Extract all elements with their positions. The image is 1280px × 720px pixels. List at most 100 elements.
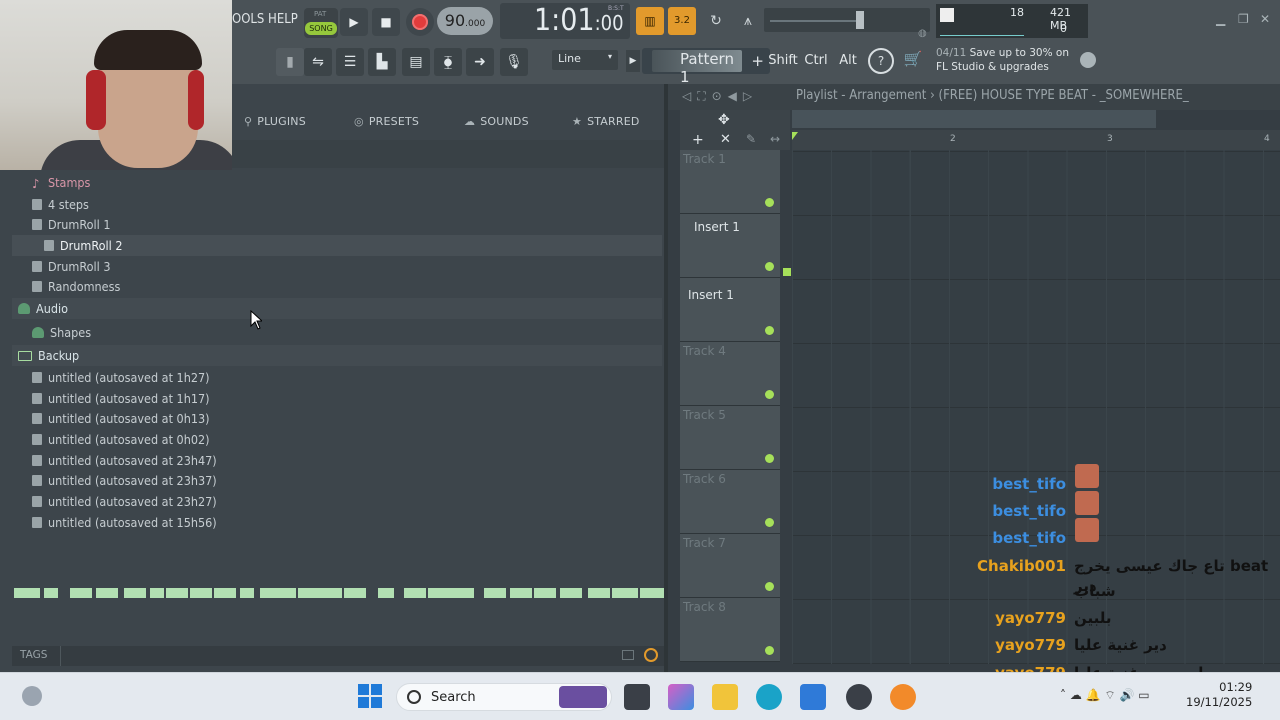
track-enable-icon[interactable]	[765, 198, 774, 207]
obs-icon[interactable]	[846, 684, 872, 710]
store-icon[interactable]	[800, 684, 826, 710]
tab-presets[interactable]: ◎ PRESETS	[354, 115, 419, 128]
close-icon[interactable]: ✕	[1260, 12, 1274, 26]
m365-icon[interactable]	[668, 684, 694, 710]
typing-keyboard-button[interactable]: ▥	[636, 7, 664, 35]
edge-icon[interactable]	[756, 684, 782, 710]
playlist-icon[interactable]: ⇋	[304, 48, 332, 76]
track-enable-icon[interactable]	[765, 646, 774, 655]
track-header[interactable]: Insert 1	[680, 278, 780, 342]
ctrl-key[interactable]: Ctrl	[802, 50, 830, 72]
task-view-icon[interactable]	[624, 684, 650, 710]
track-enable-icon[interactable]	[765, 262, 774, 271]
browser-item[interactable]: untitled (autosaved at 23h27)	[12, 491, 662, 512]
delete-icon[interactable]: ✕	[720, 132, 731, 147]
project-name: (FREE) HOUSE TYPE BEAT - _SOMEWHERE_	[938, 88, 1189, 103]
wait-for-input-icon[interactable]: ⩚	[734, 7, 762, 35]
pattern-play-icon[interactable]: ▶	[626, 50, 640, 72]
waveform-segment	[588, 588, 610, 598]
system-tray-icons[interactable]: ˄ ☁ 🔔 ⌔ 🔊 ▭	[1060, 688, 1180, 706]
stop-button[interactable]: ■	[372, 8, 400, 36]
add-track-icon[interactable]: +	[692, 132, 704, 148]
track-header[interactable]: Insert 1	[680, 214, 780, 278]
browser-item[interactable]: ♪ Stamps	[12, 172, 662, 193]
browser-item[interactable]: untitled (autosaved at 0h13)	[12, 408, 662, 429]
track-header[interactable]: Track 4	[680, 342, 780, 406]
browser-item[interactable]: DrumRoll 3	[12, 256, 662, 277]
tempo-display[interactable]: 90.000	[437, 7, 493, 35]
lock-icon[interactable]: ▮	[276, 48, 304, 76]
resize-icon[interactable]: ↔	[770, 132, 780, 146]
browser-icon[interactable]: ▤	[402, 48, 430, 76]
folder-icon[interactable]	[622, 650, 634, 660]
loop-record-icon[interactable]: ↻	[702, 7, 730, 35]
add-pattern-button[interactable]: +	[751, 52, 764, 70]
arrow-icon[interactable]: ➜	[466, 48, 494, 76]
file-explorer-icon[interactable]	[712, 684, 738, 710]
browser-item[interactable]: Shapes	[12, 322, 662, 343]
playhead-marker-icon[interactable]	[792, 132, 798, 140]
browser-item[interactable]: Audio	[12, 298, 662, 319]
browser-item[interactable]: Randomness	[12, 276, 662, 297]
browser-item[interactable]: DrumRoll 1	[12, 214, 662, 235]
metronome-countdown-button[interactable]: 3.2	[668, 7, 696, 35]
browser-item[interactable]: untitled (autosaved at 23h47)	[12, 450, 662, 471]
audio-clip[interactable]	[783, 268, 791, 276]
microphone-icon[interactable]: 🎙	[500, 48, 528, 76]
shift-key[interactable]: Shift	[768, 50, 798, 72]
playlist-header-icons[interactable]: ◁⛶⊙◀▷	[682, 89, 758, 104]
browser-item[interactable]: DrumRoll 2	[12, 235, 662, 256]
master-volume-slider[interactable]	[764, 8, 930, 32]
menu-bar-text[interactable]: OOLS HELP	[232, 12, 298, 27]
draw-icon[interactable]: ✎	[746, 132, 756, 146]
browser-item[interactable]: untitled (autosaved at 1h17)	[12, 388, 662, 409]
playlist-tools[interactable]: + ✕ ✎ ↔ ✥	[680, 110, 790, 150]
channel-rack-icon[interactable]: ☰	[336, 48, 364, 76]
browser-item-label: Randomness	[48, 279, 121, 294]
tab-plugins[interactable]: ⚲ PLUGINS	[244, 115, 306, 128]
play-button[interactable]: ▶	[340, 8, 368, 36]
time-scrollbar[interactable]	[792, 110, 1156, 128]
minimize-icon[interactable]: ▁	[1216, 12, 1230, 26]
track-enable-icon[interactable]	[765, 390, 774, 399]
browser-item[interactable]: untitled (autosaved at 15h56)	[12, 512, 662, 533]
track-enable-icon[interactable]	[765, 582, 774, 591]
track-enable-icon[interactable]	[765, 518, 774, 527]
browser-item[interactable]: untitled (autosaved at 23h37)	[12, 470, 662, 491]
alt-key[interactable]: Alt	[834, 50, 862, 72]
track-header[interactable]: Track 8	[680, 598, 780, 662]
browser-item[interactable]: untitled (autosaved at 0h02)	[12, 429, 662, 450]
start-icon[interactable]	[358, 684, 382, 708]
track-enable-icon[interactable]	[765, 326, 774, 335]
search-icon[interactable]	[644, 648, 658, 662]
pat-song-toggle[interactable]: PAT SONG	[304, 8, 338, 38]
track-header[interactable]: Track 6	[680, 470, 780, 534]
mixer-icon[interactable]: ⧳	[434, 48, 462, 76]
pattern-selector[interactable]: Pattern 1 +	[642, 48, 770, 86]
browser-item[interactable]: untitled (autosaved at 1h27)	[12, 367, 662, 388]
tab-starred[interactable]: ★ STARRED	[572, 115, 640, 128]
taskbar-search[interactable]: Search	[396, 683, 612, 711]
piano-roll-icon[interactable]: ▙	[368, 48, 396, 76]
taskbar-clock[interactable]: 01:29 19/11/2025	[1186, 680, 1252, 710]
snap-selector[interactable]: Line ▾	[552, 50, 618, 70]
tab-sounds[interactable]: ☁ SOUNDS	[464, 115, 529, 128]
news-panel[interactable]: 04/11 Save up to 30% on FL Studio & upgr…	[936, 46, 1102, 78]
snap-magnet-icon[interactable]: ✥	[718, 112, 730, 128]
help-icon[interactable]: ?	[868, 48, 894, 74]
restore-icon[interactable]: ❐	[1238, 12, 1252, 26]
track-enable-icon[interactable]	[765, 454, 774, 463]
track-header[interactable]: Track 5	[680, 406, 780, 470]
browser-item[interactable]: Backup	[12, 345, 662, 366]
record-button[interactable]	[406, 8, 434, 36]
timeline-ruler[interactable]: 2 3 4	[792, 130, 1280, 150]
pitch-reset-icon[interactable]: ◍	[918, 28, 927, 39]
cart-icon[interactable]: 🛒	[902, 50, 924, 72]
track-header[interactable]: Track 7	[680, 534, 780, 598]
folder-icon	[18, 351, 32, 361]
widgets-icon[interactable]	[22, 686, 42, 706]
track-header[interactable]: Track 1	[680, 150, 780, 214]
browser-item[interactable]: 4 steps	[12, 194, 662, 215]
globe-icon[interactable]	[1080, 52, 1096, 68]
fl-studio-icon[interactable]	[890, 684, 916, 710]
